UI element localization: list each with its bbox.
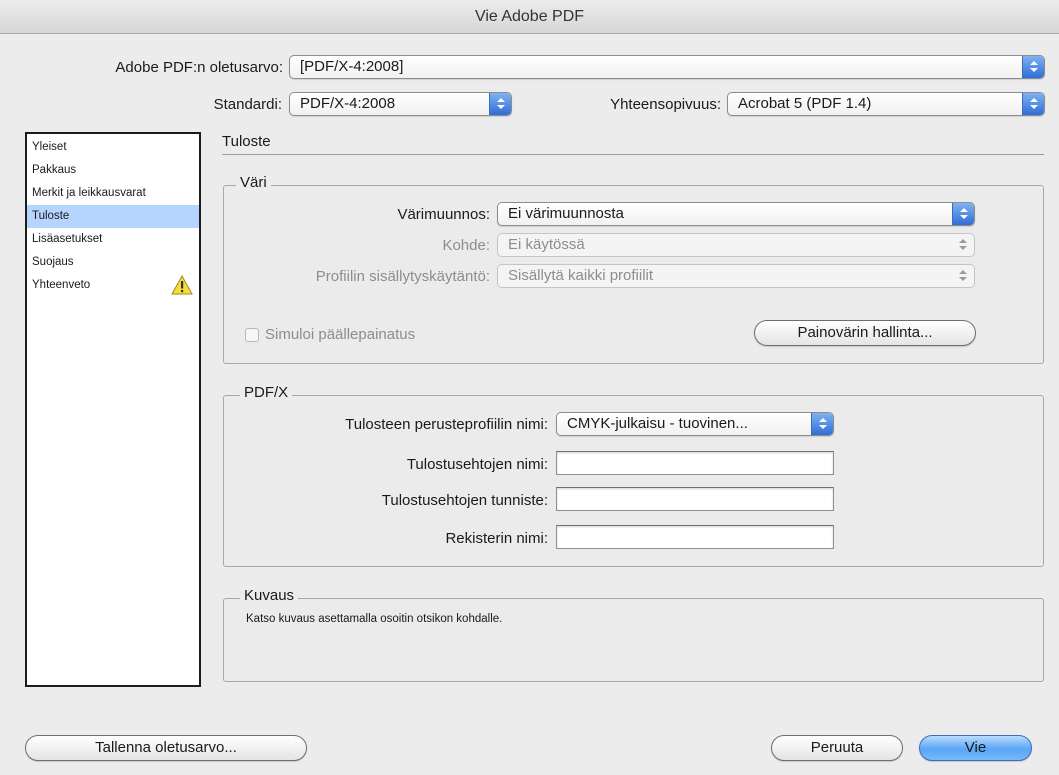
destination-label: Kohde: <box>442 237 490 254</box>
condition-id-label: Tulostusehtojen tunniste: <box>381 492 548 509</box>
preset-value: [PDF/X-4:2008] <box>300 58 404 75</box>
sidebar-item-label: Lisäasetukset <box>32 233 103 245</box>
preset-label: Adobe PDF:n oletusarvo: <box>115 59 283 76</box>
description-text: Katso kuvaus asettamalla osoitin otsikon… <box>246 613 503 625</box>
window-title: Vie Adobe PDF <box>0 0 1059 34</box>
condition-name-field[interactable] <box>556 451 834 475</box>
popup-arrows-icon <box>952 203 974 225</box>
sidebar-item-yhteenveto[interactable]: Yhteenveto <box>27 274 199 297</box>
title-divider <box>222 154 1044 155</box>
ink-manager-button[interactable]: Painovärin hallinta... <box>754 320 976 346</box>
description-group <box>223 598 1044 682</box>
destination-select[interactable]: Ei käytössä <box>497 233 975 257</box>
color-conversion-value: Ei värimuunnosta <box>508 205 624 222</box>
sidebar-item-label: Yleiset <box>32 141 67 153</box>
profile-policy-select[interactable]: Sisällytä kaikki profiilit <box>497 264 975 288</box>
simulate-overprint-checkbox[interactable] <box>245 328 259 342</box>
output-intent-value: CMYK-julkaisu - tuovinen... <box>567 415 748 432</box>
preset-select[interactable]: [PDF/X-4:2008] <box>289 55 1045 79</box>
popup-arrows-icon <box>811 413 833 435</box>
sidebar-item-suojaus[interactable]: Suojaus <box>27 251 199 274</box>
standard-select[interactable]: PDF/X-4:2008 <box>289 92 512 116</box>
output-intent-select[interactable]: CMYK-julkaisu - tuovinen... <box>556 412 834 436</box>
registry-name-label: Rekisterin nimi: <box>445 530 548 547</box>
simulate-overprint-label: Simuloi päällepainatus <box>265 326 416 343</box>
profile-policy-label: Profiilin sisällytyskäytäntö: <box>315 268 490 285</box>
compatibility-value: Acrobat 5 (PDF 1.4) <box>738 95 872 112</box>
sidebar-item-merkit[interactable]: Merkit ja leikkausvarat <box>27 182 199 205</box>
sidebar-item-pakkaus[interactable]: Pakkaus <box>27 159 199 182</box>
cancel-button[interactable]: Peruuta <box>771 735 903 761</box>
sidebar-item-label: Merkit ja leikkausvarat <box>32 187 146 199</box>
popup-arrows-icon <box>952 265 974 287</box>
sidebar-item-label: Tuloste <box>32 210 70 222</box>
popup-arrows-icon <box>1022 93 1044 115</box>
sidebar-item-tuloste[interactable]: Tuloste <box>27 205 199 228</box>
registry-name-field[interactable] <box>556 525 834 549</box>
popup-arrows-icon <box>1022 56 1044 78</box>
pdfx-group-title: PDF/X <box>240 384 293 401</box>
compatibility-select[interactable]: Acrobat 5 (PDF 1.4) <box>727 92 1045 116</box>
sidebar-item-label: Suojaus <box>32 256 74 268</box>
output-intent-label: Tulosteen perusteprofiilin nimi: <box>345 416 548 433</box>
compatibility-label: Yhteensopivuus: <box>610 96 721 113</box>
sidebar-item-yleiset[interactable]: Yleiset <box>27 136 199 159</box>
profile-policy-value: Sisällytä kaikki profiilit <box>508 267 654 284</box>
condition-name-label: Tulostusehtojen nimi: <box>406 456 548 473</box>
sidebar-item-lisaasetukset[interactable]: Lisäasetukset <box>27 228 199 251</box>
description-group-title: Kuvaus <box>240 587 299 604</box>
popup-arrows-icon <box>489 93 511 115</box>
condition-id-field[interactable] <box>556 487 834 511</box>
warning-triangle-icon <box>171 275 193 295</box>
color-conversion-select[interactable]: Ei värimuunnosta <box>497 202 975 226</box>
color-conversion-label: Värimuunnos: <box>397 206 490 223</box>
export-button[interactable]: Vie <box>919 735 1032 761</box>
standard-label: Standardi: <box>213 96 282 113</box>
color-group-title: Väri <box>236 174 271 191</box>
destination-value: Ei käytössä <box>508 236 585 253</box>
standard-value: PDF/X-4:2008 <box>300 95 396 112</box>
sidebar-item-label: Yhteenveto <box>32 279 91 291</box>
popup-arrows-icon <box>952 234 974 256</box>
category-list: Yleiset Pakkaus Merkit ja leikkausvarat … <box>25 132 201 687</box>
sidebar-item-label: Pakkaus <box>32 164 77 176</box>
save-preset-button[interactable]: Tallenna oletusarvo... <box>25 735 307 761</box>
page-title: Tuloste <box>222 133 271 150</box>
